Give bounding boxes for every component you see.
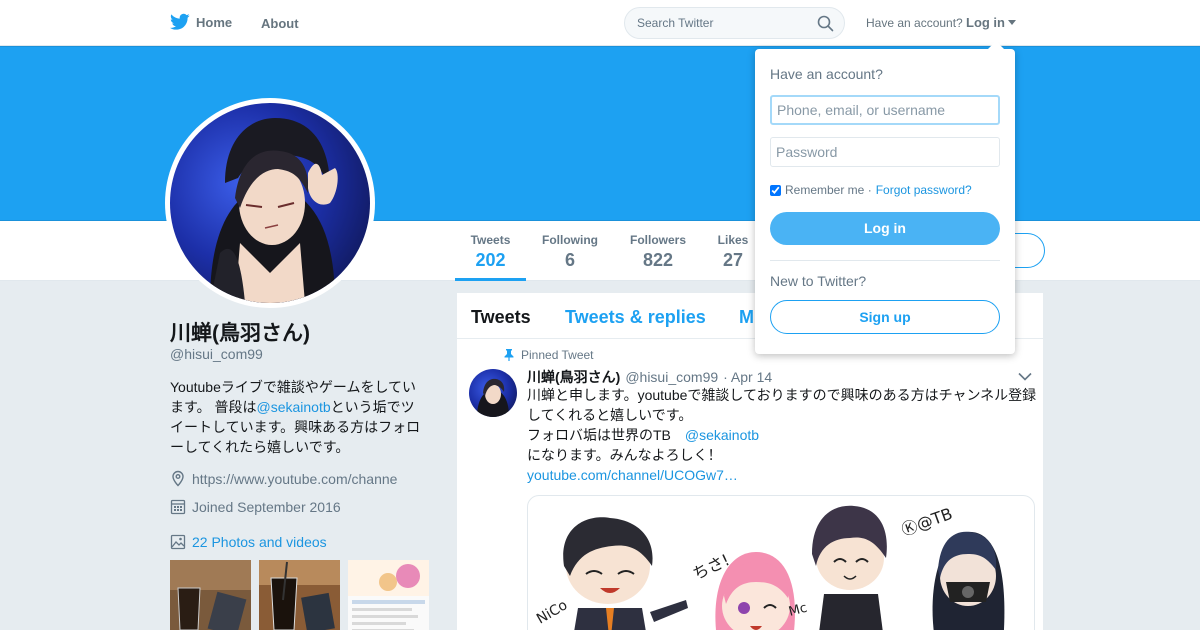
caret-down-icon: [1008, 20, 1016, 25]
photo-thumbnail[interactable]: [170, 560, 251, 630]
stat-label: Followers: [629, 233, 686, 247]
photo-thumbnail[interactable]: [259, 560, 340, 630]
tweet-date[interactable]: · Apr 14: [723, 369, 772, 385]
chevron-down-icon[interactable]: [1018, 372, 1032, 381]
photos-videos-link[interactable]: 22 Photos and videos: [192, 534, 327, 550]
profile-name: 川蝉(鳥羽さん): [170, 322, 310, 345]
stat-likes[interactable]: Likes 27: [716, 233, 750, 271]
stat-value: 27: [722, 250, 744, 270]
tweet-author-name[interactable]: 川蝉(鳥羽さん): [527, 367, 620, 387]
profile-joined-row: Joined September 2016: [170, 498, 341, 515]
pinned-text: Pinned Tweet: [521, 348, 594, 362]
home-nav-link[interactable]: Home: [170, 13, 232, 31]
pin-icon: [504, 349, 514, 361]
profile-url-link[interactable]: https://www.youtube.com/channe: [192, 471, 397, 487]
home-label: Home: [196, 14, 233, 30]
active-stat-underline: [455, 278, 526, 281]
login-dropdown-toggle[interactable]: Log in: [966, 15, 1016, 30]
avatar-image: [170, 103, 370, 303]
svg-text:Mc: Mc: [787, 601, 809, 620]
top-navigation-bar: Home About Search Twitter Have an accoun…: [0, 0, 1200, 46]
tweet-author-handle[interactable]: @hisui_com99: [625, 369, 718, 385]
login-dropdown: Have an account? Remember me · Forgot pa…: [755, 41, 1015, 354]
remember-me-checkbox[interactable]: [770, 184, 781, 196]
tweet-line: になります。みんなよろしく！: [527, 447, 722, 463]
photos-videos-row[interactable]: 22 Photos and videos: [170, 534, 327, 550]
tweet-line-mention: フォロバ垢は世界のTB @sekainotb: [527, 425, 1037, 445]
photo-thumbnail[interactable]: [348, 560, 429, 630]
search-placeholder: Search Twitter: [637, 16, 714, 30]
stat-following[interactable]: Following 6: [541, 233, 599, 271]
signup-button[interactable]: Sign up: [770, 300, 1000, 334]
tweet-text: 川蝉と申します。youtubeで雑談しておりますので興味のある方はチャンネル登録…: [527, 385, 1037, 485]
tweet-mention-link[interactable]: @sekainotb: [685, 427, 759, 443]
dropdown-title: Have an account?: [770, 66, 883, 82]
bio-mention-link[interactable]: @sekainotb: [257, 399, 331, 415]
stat-value: 6: [564, 250, 575, 270]
tab-tweets-replies[interactable]: Tweets & replies: [565, 307, 706, 328]
stat-value: 202: [475, 250, 506, 270]
twitter-bird-icon: [170, 13, 190, 30]
stat-followers[interactable]: Followers 822: [629, 233, 687, 271]
search-icon[interactable]: [817, 15, 834, 32]
have-account-text: Have an account?: [866, 16, 963, 30]
search-input[interactable]: Search Twitter: [624, 7, 845, 39]
password-field[interactable]: [770, 137, 1000, 167]
stat-label: Following: [542, 233, 598, 247]
tab-media[interactable]: M: [739, 307, 754, 328]
pinned-tweet-label: Pinned Tweet: [504, 348, 594, 362]
forgot-password-link[interactable]: Forgot password?: [876, 183, 972, 197]
new-to-twitter-text: New to Twitter?: [770, 273, 867, 289]
stat-tweets[interactable]: Tweets 202: [470, 233, 511, 271]
svg-text:NiCo: NiCo: [534, 597, 570, 627]
stat-value: 822: [642, 250, 674, 270]
calendar-icon: [170, 499, 186, 515]
dropdown-divider: [770, 260, 1000, 261]
profile-bio: Youtubeライブで雑談やゲームをしています。 普段は@sekainotbとい…: [170, 377, 428, 457]
login-button[interactable]: Log in: [770, 212, 1000, 245]
remember-me-row: Remember me · Forgot password?: [770, 183, 972, 197]
profile-joined-text: Joined September 2016: [192, 498, 341, 515]
profile-avatar[interactable]: [165, 98, 375, 308]
svg-text:Ⓚ@TB: Ⓚ@TB: [899, 504, 955, 540]
stat-label: Tweets: [470, 233, 511, 247]
profile-url-row: https://www.youtube.com/channe: [170, 470, 397, 487]
about-nav-link[interactable]: About: [261, 16, 299, 31]
photo-thumbnail-grid: [170, 560, 429, 630]
tweet-line: フォロバ垢は世界のTB: [527, 427, 685, 443]
tweet-media-image[interactable]: NiCo ちさ! Mc Ⓚ@TB: [527, 495, 1035, 630]
tweet-avatar[interactable]: [469, 369, 517, 417]
login-label: Log in: [966, 15, 1005, 30]
location-pin-icon: [172, 470, 184, 487]
tweet-line: 川蝉と申します。youtubeで雑談しておりますので興味のある方はチャンネル登録…: [527, 387, 1037, 423]
stat-label: Likes: [717, 233, 749, 247]
remember-me-label: Remember me ·: [785, 183, 872, 197]
tab-tweets[interactable]: Tweets: [471, 307, 531, 328]
tweet-header: 川蝉(鳥羽さん) @hisui_com99 · Apr 14: [527, 367, 772, 387]
tweet-url-link[interactable]: youtube.com/channel/UCOGw7…: [527, 465, 1037, 485]
profile-handle[interactable]: @hisui_com99: [170, 346, 263, 362]
image-icon: [170, 534, 186, 550]
username-field[interactable]: [770, 95, 1000, 125]
